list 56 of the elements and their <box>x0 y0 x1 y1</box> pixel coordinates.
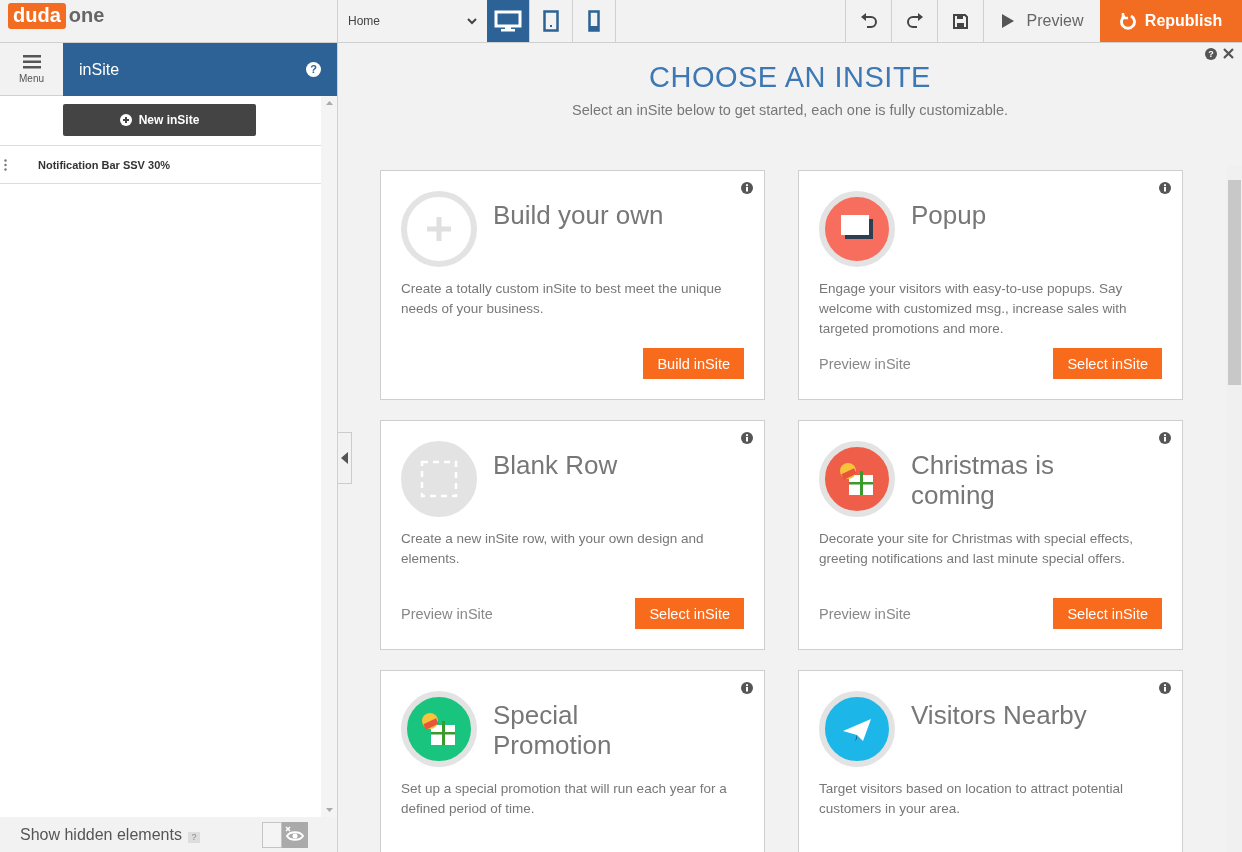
play-icon <box>1000 13 1015 29</box>
show-hidden-label: Show hidden elements <box>20 825 182 844</box>
card-title: Special Promotion <box>493 699 613 762</box>
info-icon[interactable] <box>741 182 753 194</box>
page-subheading: Select an inSite below to get started, each one is fully customizable. <box>571 102 1009 118</box>
preview-link[interactable]: Preview inSite <box>819 355 911 372</box>
collapse-panel-button[interactable] <box>338 432 352 484</box>
info-icon[interactable] <box>1159 182 1171 194</box>
redo-icon <box>905 13 924 29</box>
preview-link[interactable]: Preview inSite <box>819 605 911 622</box>
preview-link[interactable]: Preview inSite <box>401 605 493 622</box>
card-description: Decorate your site for Christmas with special effects, greeting notifications and last minute special offers. <box>819 530 1135 568</box>
info-icon[interactable] <box>741 432 753 444</box>
help-icon[interactable]: ? <box>187 831 200 843</box>
select-button[interactable]: Select inSite <box>1053 598 1162 629</box>
desktop-view-button[interactable] <box>487 0 530 42</box>
select-button[interactable]: Select inSite <box>1053 348 1162 379</box>
republish-button[interactable]: Republish <box>1100 0 1242 42</box>
card-description: Create a new inSite row, with your own design and elements. <box>401 530 705 568</box>
card-description: Set up a special promotion that will run each year for a defined period of time. <box>401 780 728 818</box>
card-description: Create a totally custom inSite to best meet the unique needs of your business. <box>401 280 723 318</box>
card-title: Build your own <box>493 199 665 232</box>
card-title: Visitors Nearby <box>911 699 1088 732</box>
chevron-down-icon <box>467 17 477 25</box>
logo-suffix: one <box>68 3 105 27</box>
select-button[interactable]: Build inSite <box>643 348 744 379</box>
drag-handle-icon[interactable] <box>4 158 7 171</box>
plus-icon <box>401 191 477 267</box>
panel-title: inSite <box>79 60 120 79</box>
phone-icon <box>588 10 600 32</box>
card-description: Target visitors based on location to attract potential customers in your area. <box>819 780 1124 818</box>
help-icon[interactable]: ? <box>306 62 321 77</box>
plus-circle-icon <box>119 114 132 126</box>
card-description: Engage your visitors with easy-to-use popups. Say welcome with customized msg., increase sales with targeted promotions and more. <box>819 280 1128 338</box>
close-icon[interactable] <box>1223 48 1234 59</box>
menu-icon <box>22 54 41 69</box>
select-button[interactable]: Select inSite <box>635 598 744 629</box>
logo-brand: duda <box>8 3 66 29</box>
card-title: Christmas is coming <box>911 449 1055 512</box>
show-hidden-toggle[interactable] <box>261 821 308 848</box>
help-icon[interactable]: ? <box>1205 48 1217 60</box>
info-icon[interactable] <box>1159 682 1171 694</box>
card-title: Popup <box>911 199 988 232</box>
save-icon <box>953 13 968 29</box>
refresh-icon <box>1119 12 1137 30</box>
info-icon[interactable] <box>1159 432 1171 444</box>
undo-icon <box>859 13 878 29</box>
card-title: Blank Row <box>493 449 619 482</box>
caret-left-icon <box>341 452 348 464</box>
tablet-icon <box>543 10 559 32</box>
monitor-icon <box>494 10 522 32</box>
info-icon[interactable] <box>741 682 753 694</box>
page-select[interactable]: Home <box>338 0 487 42</box>
new-insite-button[interactable]: New inSite <box>63 104 256 136</box>
eye-icon <box>281 821 308 848</box>
page-heading: CHOOSE AN INSITE <box>649 61 931 94</box>
